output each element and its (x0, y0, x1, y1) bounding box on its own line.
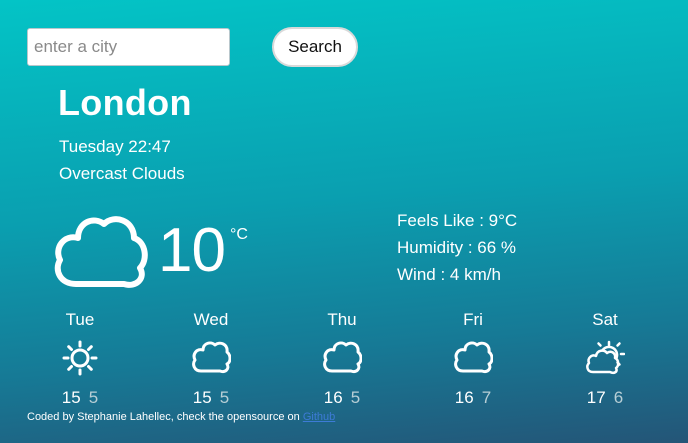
forecast-max: 15 (61, 388, 81, 407)
forecast-temps: 15 5 (35, 388, 125, 408)
weather-description: Overcast Clouds (59, 164, 185, 183)
current-datetime: Tuesday 22:47 (59, 137, 171, 156)
forecast-min: 5 (350, 388, 361, 407)
footer: Coded by Stephanie Lahellec, check the o… (27, 411, 335, 423)
forecast-temps: 16 7 (428, 388, 518, 408)
cloud-icon (192, 341, 231, 373)
sun-icon (62, 340, 98, 376)
forecast-day-name: Fri (463, 310, 483, 329)
forecast-day-name: Wed (193, 310, 229, 329)
feels-like: Feels Like : 9°C (397, 211, 518, 230)
forecast-day: Tue 15 5 (35, 310, 125, 408)
forecast-day: Fri 16 7 (428, 310, 518, 408)
humidity: Humidity : 66 % (397, 238, 517, 257)
search-button[interactable]: Search (272, 27, 358, 67)
forecast-max: 15 (192, 388, 212, 407)
footer-text: Coded by Stephanie Lahellec, check the o… (27, 411, 303, 423)
forecast-day-name: Sat (592, 310, 618, 329)
weather-details: Feels Like : 9°C Humidity : 66 % Wind : … (397, 207, 517, 288)
wind: Wind : 4 km/h (397, 265, 501, 284)
forecast-max: 16 (323, 388, 343, 407)
city-name: London (58, 82, 192, 123)
forecast-temps: 16 5 (297, 388, 387, 408)
forecast-max: 17 (586, 388, 606, 407)
forecast-day: Sat 17 6 (560, 310, 650, 408)
github-link[interactable]: Github (303, 411, 335, 423)
forecast-min: 5 (219, 388, 230, 407)
current-temperature: 10 (158, 216, 226, 285)
cloud-icon (454, 341, 493, 373)
forecast-temps: 17 6 (560, 388, 650, 408)
partly-cloudy-icon (586, 340, 625, 375)
forecast-day: Thu 16 5 (297, 310, 387, 408)
temperature-unit-toggle[interactable]: °C (230, 226, 248, 244)
forecast-min: 6 (613, 388, 624, 407)
forecast-min: 5 (88, 388, 99, 407)
forecast-temps: 15 5 (166, 388, 256, 408)
forecast-max: 16 (454, 388, 474, 407)
forecast-min: 7 (481, 388, 492, 407)
forecast-day: Wed 15 5 (166, 310, 256, 408)
forecast-day-name: Tue (65, 310, 95, 329)
cloud-icon (323, 341, 362, 373)
forecast-day-name: Thu (327, 310, 357, 329)
cloud-icon (54, 216, 148, 288)
search-input[interactable] (27, 28, 230, 66)
